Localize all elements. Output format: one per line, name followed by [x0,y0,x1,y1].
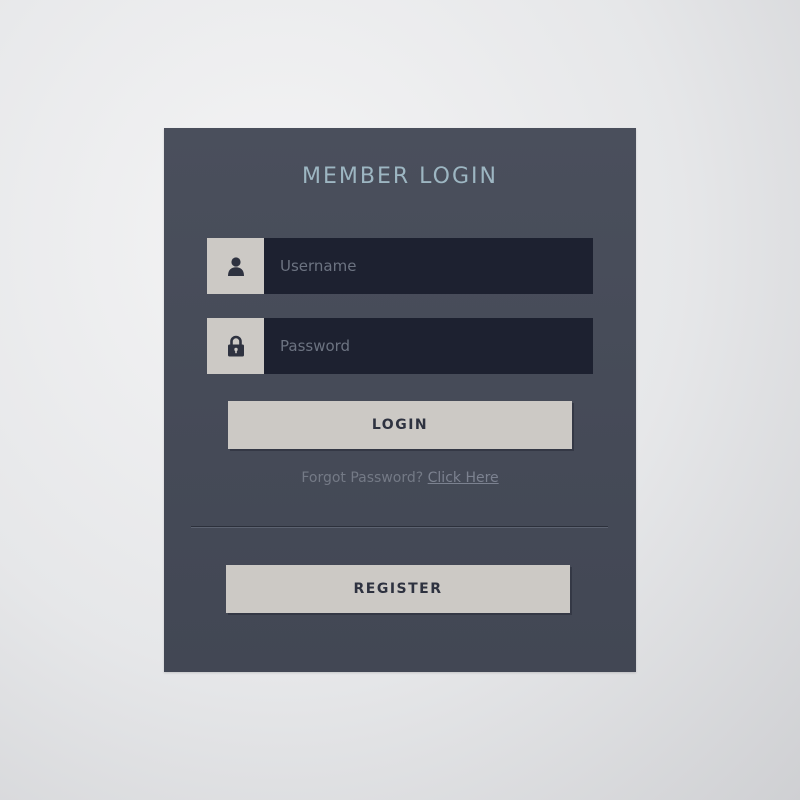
password-input[interactable] [264,318,593,374]
password-field-group [207,318,593,374]
forgot-password-link[interactable]: Click Here [428,470,499,486]
page-title: MEMBER LOGIN [302,164,498,189]
register-button[interactable]: REGISTER [226,565,570,613]
username-field-group [207,238,593,294]
username-input[interactable] [264,238,593,294]
divider [191,526,608,528]
login-card: MEMBER LOGIN LOGIN Forgot Password? Clic… [164,128,636,672]
user-icon-glyph [227,257,244,276]
login-button[interactable]: LOGIN [228,401,572,449]
forgot-password-row: Forgot Password? Click Here [164,470,636,486]
lock-icon-glyph [227,335,244,357]
user-icon [207,238,264,294]
lock-icon [207,318,264,374]
forgot-password-text: Forgot Password? [301,470,424,486]
